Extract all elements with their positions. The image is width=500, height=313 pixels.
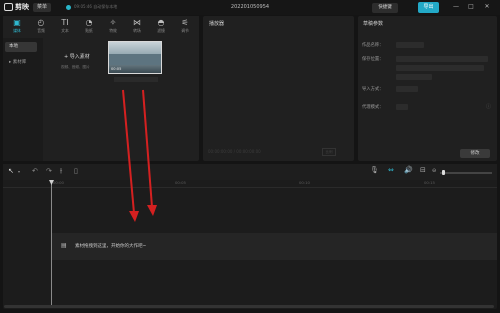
annotation-arrow-2: [142, 89, 153, 208]
annotation-arrowhead-1: [129, 211, 139, 222]
annotation-arrows: [122, 89, 157, 222]
annotation-arrowhead-2: [147, 205, 157, 216]
annotation-arrow-1: [122, 89, 135, 214]
